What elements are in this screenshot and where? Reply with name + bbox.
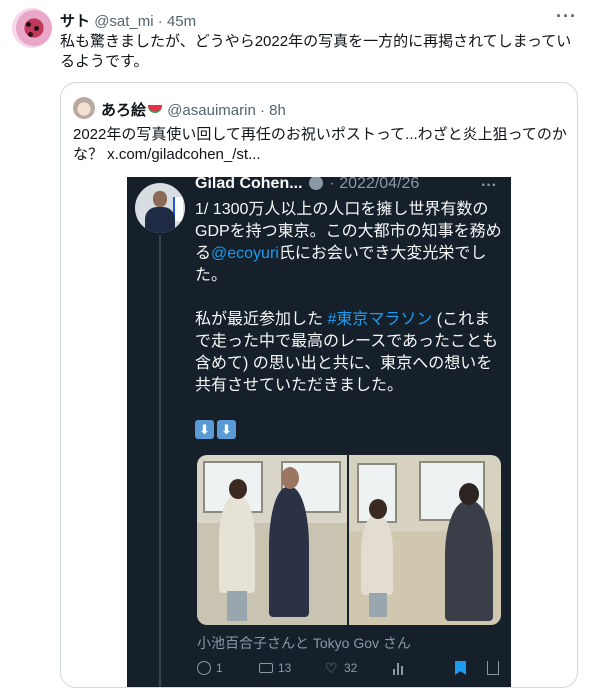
reply-action: 1 [197,661,223,675]
like-action: ♡ 32 [325,661,357,675]
separator: · [259,102,265,119]
author-name[interactable]: サト [60,13,90,30]
share-action [487,661,499,675]
share-icon [487,661,499,675]
screenshot-author-name: Gilad Cohen... [195,177,303,192]
screenshot-avatar [135,183,185,233]
verified-icon [309,177,324,190]
separator: · [157,13,163,30]
thread-line [159,235,161,687]
photo-left [197,455,347,625]
author-handle[interactable]: @sat_mi [94,13,153,30]
quoted-media-screenshot[interactable]: Gilad Cohen... · 2022/04/26 ··· 1/ 1300万… [127,177,511,687]
tweet-header: サト @sat_mi · 45m [60,10,196,31]
more-icon: ··· [481,177,497,194]
like-count: 32 [344,661,358,675]
screenshot-header: Gilad Cohen... · 2022/04/26 [195,177,419,193]
retweet-count: 13 [278,661,292,675]
quoted-time[interactable]: 8h [269,102,286,119]
paragraph2-text: 私が最近参加した [195,311,328,328]
down-arrow-emoji-icon: ⬇ [195,420,214,439]
quoted-author-handle[interactable]: @asauimarin [167,102,256,119]
stats-icon [393,661,405,675]
tweet[interactable]: サト @sat_mi · 45m ··· 私も驚きましたが、どうやら2022年の… [0,0,592,694]
quoted-tweet[interactable]: あろ絵 @asauimarin · 8h 2022年の写真使い回して再任のお祝い… [60,82,578,688]
stats-action [393,661,405,675]
watermelon-emoji-icon [148,105,163,113]
reply-icon [197,661,211,675]
tweet-text: 私も驚きましたが、どうやら2022年の写真を一方的に再掲されてしまっているようで… [60,33,572,70]
mention-link: @ecoyuri [211,245,279,262]
like-icon: ♡ [325,660,338,676]
quoted-text: 2022年の写真使い回して再任のお祝いポストって...わざと炎上狙ってのかな？ … [73,126,567,163]
down-arrow-emoji-icon: ⬇ [217,420,236,439]
screenshot-text: 1/ 1300万人以上の人口を擁し世界有数のGDPを持つ東京。この大都市の知事を… [195,199,505,441]
quoted-author-avatar[interactable] [73,97,95,119]
bookmark-icon [455,661,466,675]
retweet-action: 13 [259,661,291,675]
reply-count: 1 [216,661,223,675]
more-icon[interactable]: ··· [556,6,577,27]
bookmark-action [455,661,466,675]
down-arrow-emojis: ⬇ ⬇ [195,420,236,439]
quoted-header: あろ絵 @asauimarin · 8h [101,99,286,120]
quoted-author-name[interactable]: あろ絵 [101,102,146,119]
hashtag-link: #東京マラソン [327,311,433,328]
photo-right [349,455,501,625]
author-avatar[interactable] [12,8,52,48]
screenshot-action-bar: 1 13 ♡ 32 [197,661,503,681]
retweet-icon [259,663,273,673]
tweet-time[interactable]: 45m [167,13,196,30]
photo-caption: 小池百合子さんと Tokyo Gov さん [197,635,411,651]
screenshot-date: · 2022/04/26 [329,177,420,192]
